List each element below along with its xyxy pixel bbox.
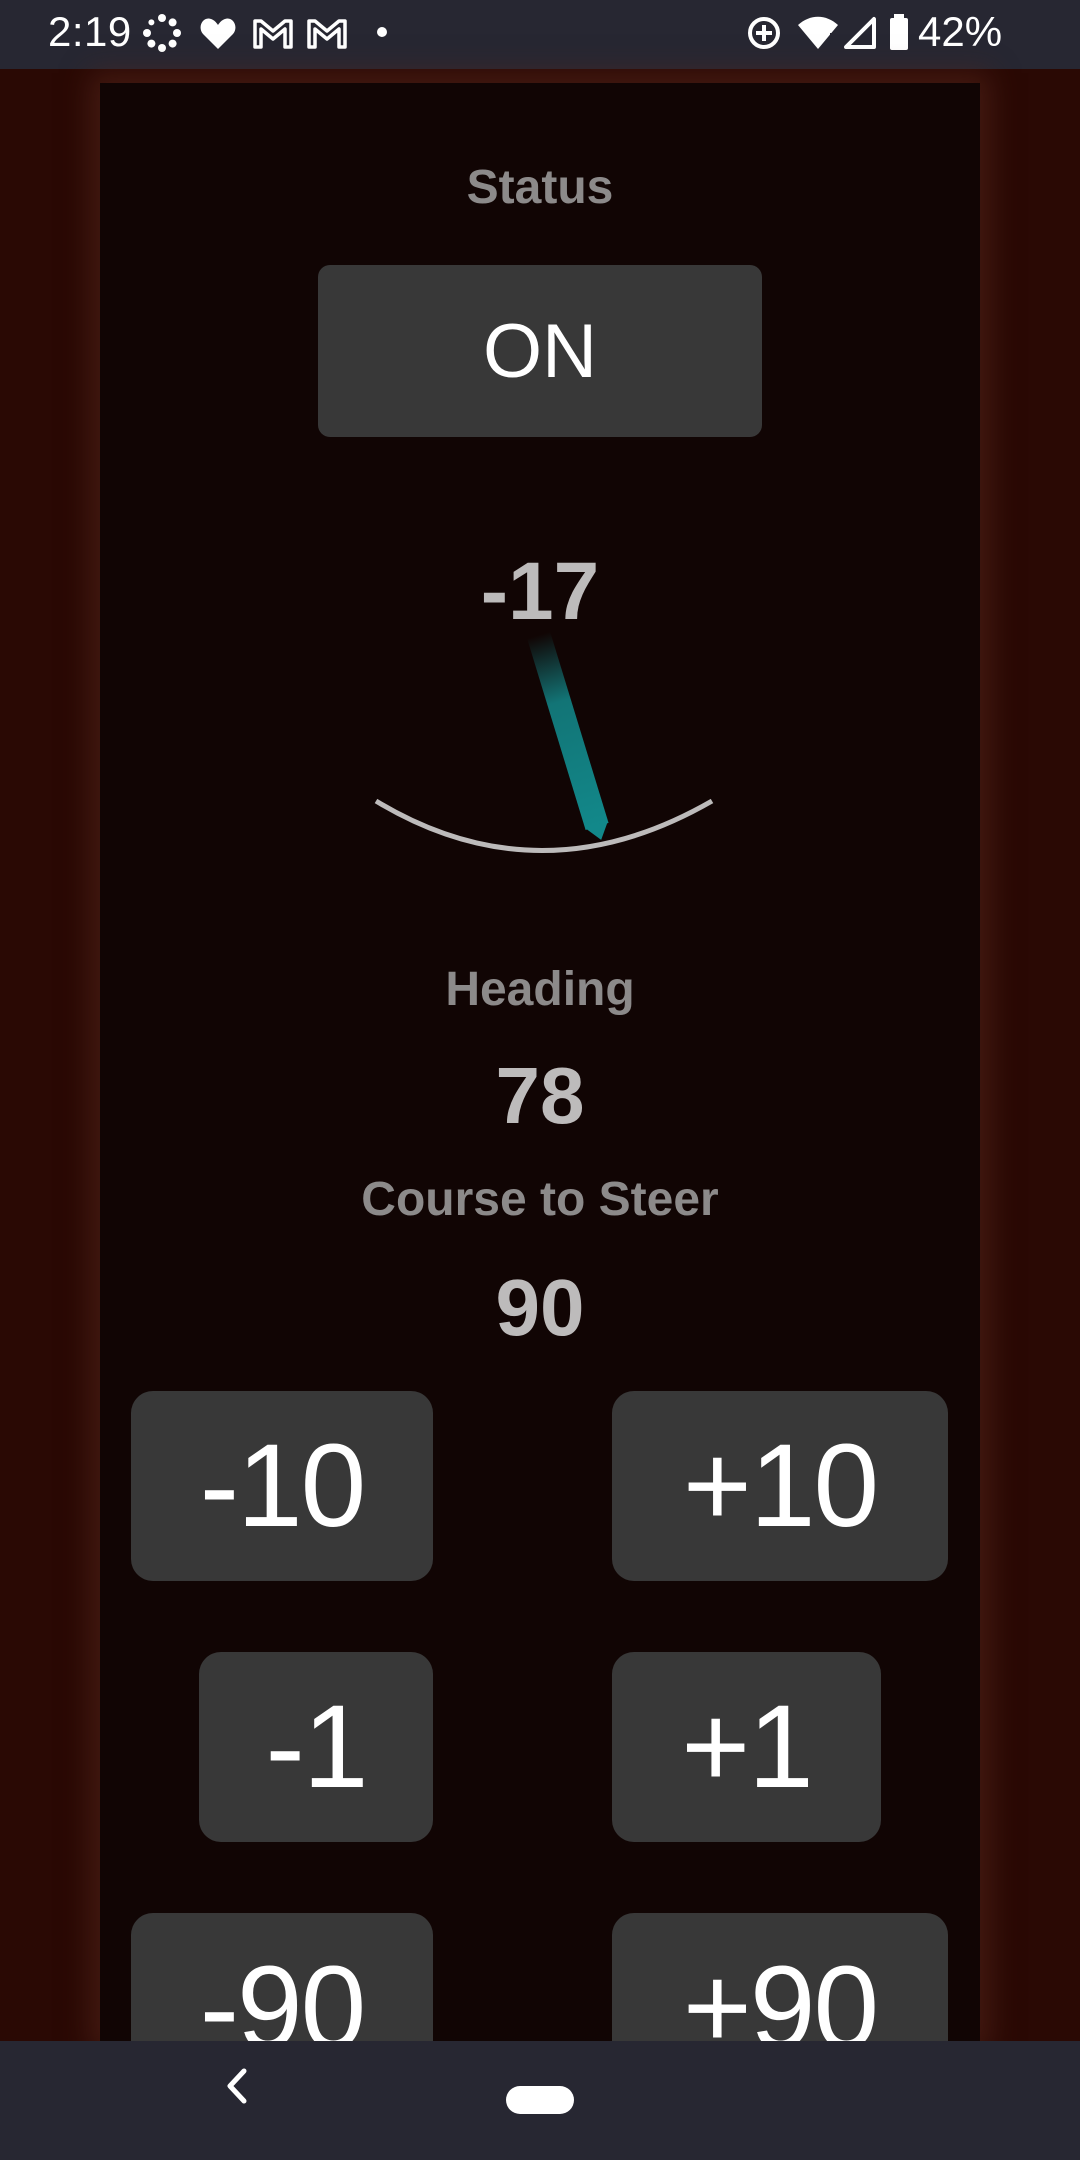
- gauge-arc: [374, 798, 714, 853]
- course-to-steer-value: 90: [495, 1263, 585, 1352]
- plus-10-button[interactable]: +10: [612, 1391, 948, 1581]
- gmail-icon: [252, 13, 294, 58]
- navigation-bar: [0, 2041, 1080, 2160]
- app-screen: 2:19 42% Status ON -17 Heading 78 Course…: [0, 0, 1080, 2160]
- course-to-steer-label: Course to Steer: [361, 1173, 719, 1226]
- data-saver-icon: [744, 13, 784, 58]
- battery-percentage: 42%: [918, 8, 1003, 55]
- heading-value: 78: [495, 1051, 585, 1140]
- wifi-icon: [796, 13, 840, 58]
- loading-icon: [142, 13, 182, 58]
- rudder-gauge: [374, 631, 714, 853]
- minus-10-button[interactable]: -10: [131, 1391, 433, 1581]
- status-label: Status: [466, 161, 614, 214]
- plus-1-button[interactable]: +1: [612, 1652, 881, 1842]
- home-pill-icon[interactable]: [506, 2086, 574, 2114]
- back-icon[interactable]: [222, 2061, 252, 2122]
- heading-label: Heading: [445, 963, 635, 1016]
- status-bar: 2:19 42%: [0, 0, 1080, 69]
- status-toggle-button[interactable]: ON: [318, 265, 762, 437]
- status-time: 2:19: [48, 8, 132, 55]
- gauge-needle: [527, 631, 609, 840]
- dot-icon: [372, 22, 392, 47]
- gauge-value: -17: [480, 546, 600, 637]
- battery-icon: [888, 13, 910, 58]
- heart-icon: [198, 13, 238, 58]
- minus-1-button[interactable]: -1: [199, 1652, 433, 1842]
- signal-icon: [842, 13, 878, 58]
- gmail-icon: [306, 13, 348, 58]
